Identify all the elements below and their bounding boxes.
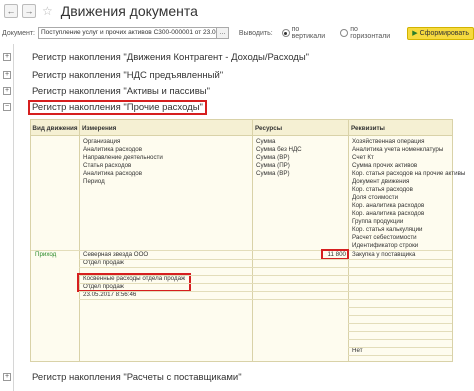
attribute-name: Кор. статья расходов на прочие активы	[352, 170, 466, 177]
generate-button-label: Сформировать	[419, 29, 469, 37]
radio-horizontal-label: по горизонтали	[350, 26, 391, 40]
dimension-name: Аналитика расходов	[83, 146, 142, 153]
expand-icon[interactable]: +	[3, 87, 11, 95]
resource-name: Сумма	[256, 138, 276, 145]
header-resources: Ресурсы	[255, 124, 283, 132]
attribute-name: Счет Кт	[352, 154, 374, 161]
document-field[interactable]: Поступление услуг и прочих активов С300-…	[38, 27, 217, 39]
attribute-name: Кор. аналитика расходов	[352, 202, 425, 209]
column-divider	[252, 120, 253, 361]
column-divider	[348, 120, 349, 361]
column-divider	[79, 120, 80, 361]
header-movement-type: Вид движения	[32, 124, 78, 132]
page-title: Движения документа	[60, 3, 198, 19]
attribute-name: Сумма прочих активов	[352, 162, 418, 169]
dimension-name: Аналитика расходов	[83, 170, 142, 177]
movements-report-table: Вид движения Измерения Ресурсы Реквизиты…	[30, 119, 465, 362]
register-title-highlighted: Регистр накопления "Прочие расходы"	[28, 99, 207, 115]
row-separator	[79, 275, 452, 276]
tree-guide-line	[13, 44, 14, 391]
expand-icon[interactable]: +	[3, 71, 11, 79]
attribute-name: Аналитика учета номенклатуры	[352, 146, 444, 153]
back-arrow-icon: ←	[6, 6, 16, 16]
header-dimensions: Измерения	[82, 124, 117, 132]
attribute-name: Кор. статья калькуляции	[352, 226, 423, 233]
output-label: Выводить:	[238, 29, 273, 37]
row-separator	[348, 355, 452, 356]
dimension-value: 23.05.2017 8:56:46	[83, 291, 137, 298]
row-separator	[79, 267, 452, 268]
resource-name: Сумма (ВР)	[256, 154, 290, 161]
movement-type-value: Приход	[35, 251, 57, 258]
radio-vertical-label: по вертикали	[291, 26, 326, 40]
back-button[interactable]: ←	[4, 4, 18, 18]
dimension-value: Отдел продаж	[83, 259, 124, 266]
attribute-name: Расчет себестоимости	[352, 234, 417, 241]
forward-button[interactable]: →	[22, 4, 36, 18]
forward-arrow-icon: →	[24, 6, 34, 16]
row-separator	[348, 315, 452, 316]
document-label: Документ:	[2, 29, 35, 37]
attribute-name: Группа продукции	[352, 218, 404, 225]
radio-vertical[interactable]	[281, 29, 290, 37]
row-separator	[348, 331, 452, 332]
row-separator	[348, 347, 452, 348]
row-separator	[348, 339, 452, 340]
row-separator	[79, 283, 452, 284]
dimension-name: Организация	[83, 138, 121, 145]
favorite-star-icon[interactable]: ☆	[42, 4, 53, 18]
resource-name: Сумма (ВР)	[256, 170, 290, 177]
title-bar: ← → ☆ Движения документа	[0, 0, 474, 22]
document-select-button[interactable]: ...	[216, 27, 229, 39]
play-icon: ▶	[412, 30, 418, 37]
register-title: Регистр накопления "Движения Контрагент …	[32, 51, 310, 63]
header-attributes: Реквизиты	[351, 124, 385, 132]
row-separator	[348, 307, 452, 308]
dimension-name: Период	[83, 178, 105, 185]
register-title: Регистр накопления "Активы и пассивы"	[32, 85, 210, 97]
dimension-name: Статья расходов	[83, 162, 132, 169]
dimension-value: Северная звезда ООО	[83, 251, 149, 258]
attribute-name: Доля стоимости	[352, 194, 399, 201]
dimension-name: Направление деятельности	[83, 154, 163, 161]
resource-name: Сумма (ПР)	[256, 162, 290, 169]
attribute-name: Идентификатор строки	[352, 242, 419, 249]
attribute-name: Кор. аналитика расходов	[352, 210, 425, 217]
row-separator	[79, 299, 452, 300]
register-title: Регистр накопления "Расчеты с поставщика…	[32, 371, 242, 383]
attribute-name: Документ движения	[352, 178, 410, 185]
row-separator	[79, 291, 452, 292]
expand-icon[interactable]: +	[3, 53, 11, 61]
register-title: Регистр накопления "НДС предъявленный"	[32, 69, 224, 81]
attribute-name: Кор. статья расходов	[352, 186, 413, 193]
toolbar: Документ: Поступление услуг и прочих акт…	[0, 26, 474, 40]
row-separator	[348, 323, 452, 324]
generate-button[interactable]: ▶ Сформировать	[407, 26, 474, 40]
radio-horizontal[interactable]	[340, 29, 349, 37]
attribute-name: Хозяйственная операция	[352, 138, 425, 145]
expand-icon[interactable]: +	[3, 373, 11, 381]
resource-name: Сумма без НДС	[256, 146, 302, 153]
collapse-icon[interactable]: −	[3, 103, 11, 111]
attribute-value: Закупка у поставщика	[352, 251, 416, 258]
row-separator	[79, 259, 452, 260]
attribute-value: Нет	[352, 347, 363, 354]
